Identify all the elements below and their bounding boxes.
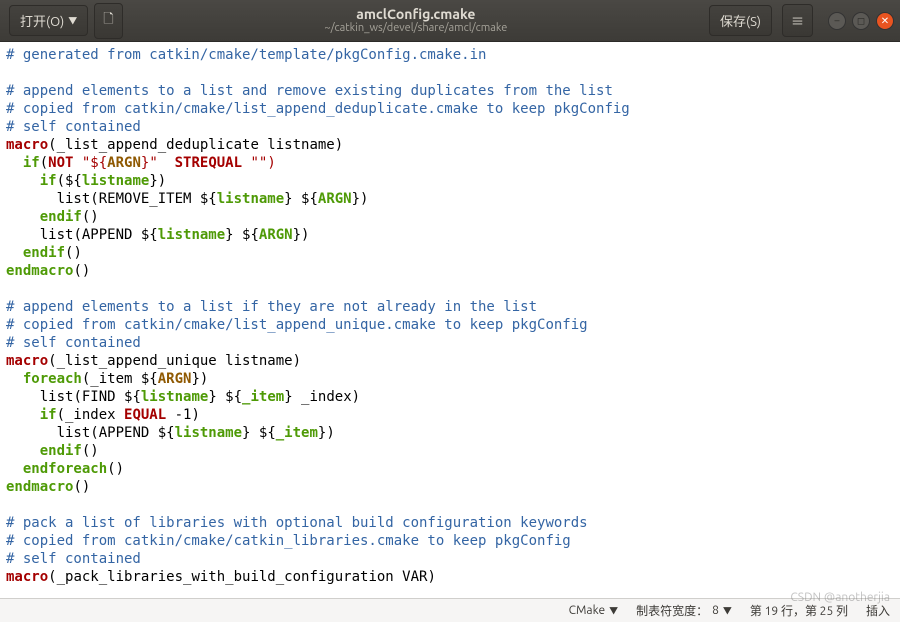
close-button[interactable]: ✕ xyxy=(876,12,894,30)
mode-label: 插入 xyxy=(866,602,890,619)
title-area: amclConfig.cmake ~/catkin_ws/devel/share… xyxy=(126,6,706,36)
maximize-icon: ◻ xyxy=(857,15,865,27)
language-selector[interactable]: CMake ▼ xyxy=(569,604,618,617)
position-label: 第 19 行，第 25 列 xyxy=(750,602,848,619)
chevron-down-icon: ▼ xyxy=(609,604,618,617)
save-button[interactable]: 保存(S) xyxy=(709,5,772,36)
new-document-button[interactable]: 🗋 xyxy=(94,3,122,39)
minimize-button[interactable]: – xyxy=(828,12,846,30)
hamburger-icon: ≡ xyxy=(791,11,804,30)
tabwidth-selector[interactable]: 制表符宽度： 8 ▼ xyxy=(636,602,732,619)
maximize-button[interactable]: ◻ xyxy=(852,12,870,30)
save-button-label: 保存(S) xyxy=(720,11,761,30)
chevron-down-icon: ▼ xyxy=(723,604,732,617)
chevron-down-icon: ▼ xyxy=(68,14,77,27)
tabwidth-label: 制表符宽度： xyxy=(636,602,708,619)
close-icon: ✕ xyxy=(881,15,889,27)
hamburger-menu-button[interactable]: ≡ xyxy=(782,4,813,37)
cursor-position: 第 19 行，第 25 列 xyxy=(750,602,848,619)
window-title: amclConfig.cmake xyxy=(126,6,706,23)
new-document-icon: 🗋 xyxy=(103,10,113,32)
minimize-icon: – xyxy=(835,15,840,26)
titlebar: 打开(O) ▼ 🗋 amclConfig.cmake ~/catkin_ws/d… xyxy=(0,0,900,42)
code-editor[interactable]: # generated from catkin/cmake/template/p… xyxy=(0,42,900,598)
open-button[interactable]: 打开(O) ▼ xyxy=(9,5,88,36)
statusbar: CMake ▼ 制表符宽度： 8 ▼ 第 19 行，第 25 列 插入 xyxy=(0,598,900,622)
open-button-label: 打开(O) xyxy=(20,11,64,30)
tabwidth-value: 8 xyxy=(712,604,719,617)
window-subtitle: ~/catkin_ws/devel/share/amcl/cmake xyxy=(126,22,706,35)
language-label: CMake xyxy=(569,604,605,617)
insert-mode: 插入 xyxy=(866,602,890,619)
